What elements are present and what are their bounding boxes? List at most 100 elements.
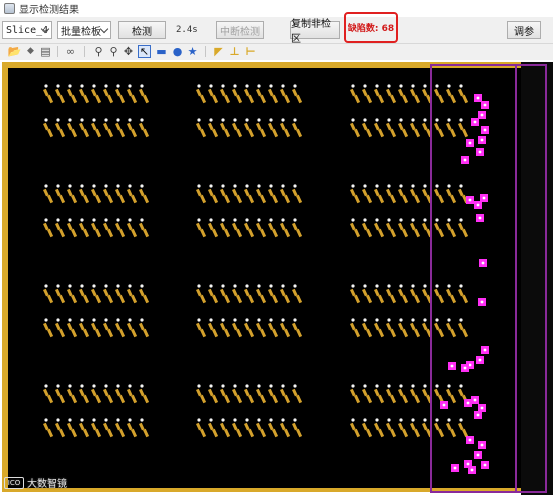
via-hole	[56, 284, 60, 288]
via-hole	[375, 284, 379, 288]
via-hole	[245, 418, 249, 422]
via-hole	[245, 384, 249, 388]
defect-marker-center	[466, 401, 470, 405]
inspection-viewport[interactable]	[0, 60, 553, 495]
via-hole	[293, 318, 297, 322]
via-hole	[209, 84, 213, 88]
via-hole	[387, 84, 391, 88]
zoom-out-icon[interactable]: ⚲	[107, 45, 120, 58]
defect-marker-center	[476, 96, 480, 100]
via-hole	[44, 418, 48, 422]
pan-icon[interactable]: ✥	[122, 45, 135, 58]
via-hole	[140, 418, 144, 422]
via-hole	[209, 118, 213, 122]
via-hole	[459, 118, 463, 122]
via-hole	[447, 384, 451, 388]
via-hole	[56, 318, 60, 322]
stop-detect-button[interactable]: 中断检测	[216, 21, 264, 39]
via-hole	[140, 318, 144, 322]
via-hole	[363, 384, 367, 388]
via-hole	[387, 418, 391, 422]
via-hole	[221, 418, 225, 422]
via-hole	[281, 118, 285, 122]
copy-non-inspect-area-button[interactable]: 复制非检区	[290, 19, 340, 45]
slice-select[interactable]: Slice_4	[2, 21, 52, 39]
via-hole	[293, 284, 297, 288]
via-hole	[269, 218, 273, 222]
via-hole	[68, 84, 72, 88]
via-hole	[411, 318, 415, 322]
via-hole	[435, 318, 439, 322]
via-hole	[459, 384, 463, 388]
via-hole	[269, 184, 273, 188]
via-hole	[435, 218, 439, 222]
star-icon[interactable]: ★	[186, 45, 199, 58]
via-hole	[116, 218, 120, 222]
via-hole	[68, 118, 72, 122]
zoom-in-icon[interactable]: ⚲	[92, 45, 105, 58]
via-hole	[56, 218, 60, 222]
via-hole	[128, 284, 132, 288]
defect-marker-center	[463, 158, 467, 162]
defect-marker-center	[453, 466, 457, 470]
mode-select[interactable]: 批量检板	[57, 21, 111, 39]
defect-marker-center	[468, 438, 472, 442]
watermark-text: 大数智镜	[27, 479, 67, 490]
via-hole	[233, 418, 237, 422]
circle-icon[interactable]: ●	[171, 45, 184, 58]
via-hole	[351, 84, 355, 88]
via-hole	[92, 384, 96, 388]
title-bar: 显示检测结果	[0, 0, 553, 17]
open-icon[interactable]: 📂	[8, 45, 22, 58]
triangle-icon[interactable]: ◤	[212, 45, 225, 58]
defect-marker-center	[483, 103, 487, 107]
via-hole	[423, 218, 427, 222]
via-hole	[221, 184, 225, 188]
via-hole	[80, 184, 84, 188]
pointer-icon[interactable]: ↖	[138, 45, 151, 58]
via-hole	[245, 218, 249, 222]
defect-marker-center	[466, 462, 470, 466]
via-hole	[92, 184, 96, 188]
adjust-params-button[interactable]: 调参	[507, 21, 541, 39]
defect-count-box: 缺陷数: 68	[344, 12, 398, 43]
pcb-board-image[interactable]	[0, 60, 553, 495]
defect-marker-center	[480, 300, 484, 304]
detect-button[interactable]: 检测	[118, 21, 166, 39]
via-hole	[269, 284, 273, 288]
via-hole	[351, 384, 355, 388]
via-hole	[116, 184, 120, 188]
via-hole	[351, 218, 355, 222]
via-hole	[281, 384, 285, 388]
via-hole	[209, 318, 213, 322]
via-hole	[363, 318, 367, 322]
via-hole	[351, 284, 355, 288]
via-hole	[80, 318, 84, 322]
via-hole	[44, 118, 48, 122]
defect-marker-center	[480, 443, 484, 447]
link-icon[interactable]: ∞	[64, 45, 77, 58]
via-hole	[459, 284, 463, 288]
via-hole	[459, 84, 463, 88]
print-icon[interactable]: ▤	[39, 45, 52, 58]
via-hole	[269, 418, 273, 422]
defect-marker-center	[483, 348, 487, 352]
via-hole	[447, 284, 451, 288]
via-hole	[375, 118, 379, 122]
via-hole	[387, 184, 391, 188]
via-hole	[140, 384, 144, 388]
via-hole	[56, 184, 60, 188]
via-hole	[80, 284, 84, 288]
rectangle-icon[interactable]: ▬	[155, 45, 168, 58]
via-hole	[80, 218, 84, 222]
via-hole	[293, 84, 297, 88]
via-hole	[233, 318, 237, 322]
via-hole	[423, 84, 427, 88]
anchor-right-icon[interactable]: ⊢	[244, 45, 257, 58]
via-hole	[104, 184, 108, 188]
defect-marker-center	[483, 128, 487, 132]
defect-marker-center	[483, 463, 487, 467]
via-hole	[387, 118, 391, 122]
anchor-down-icon[interactable]: ⊥	[228, 45, 241, 58]
eraser-icon[interactable]: ◆	[24, 45, 37, 58]
